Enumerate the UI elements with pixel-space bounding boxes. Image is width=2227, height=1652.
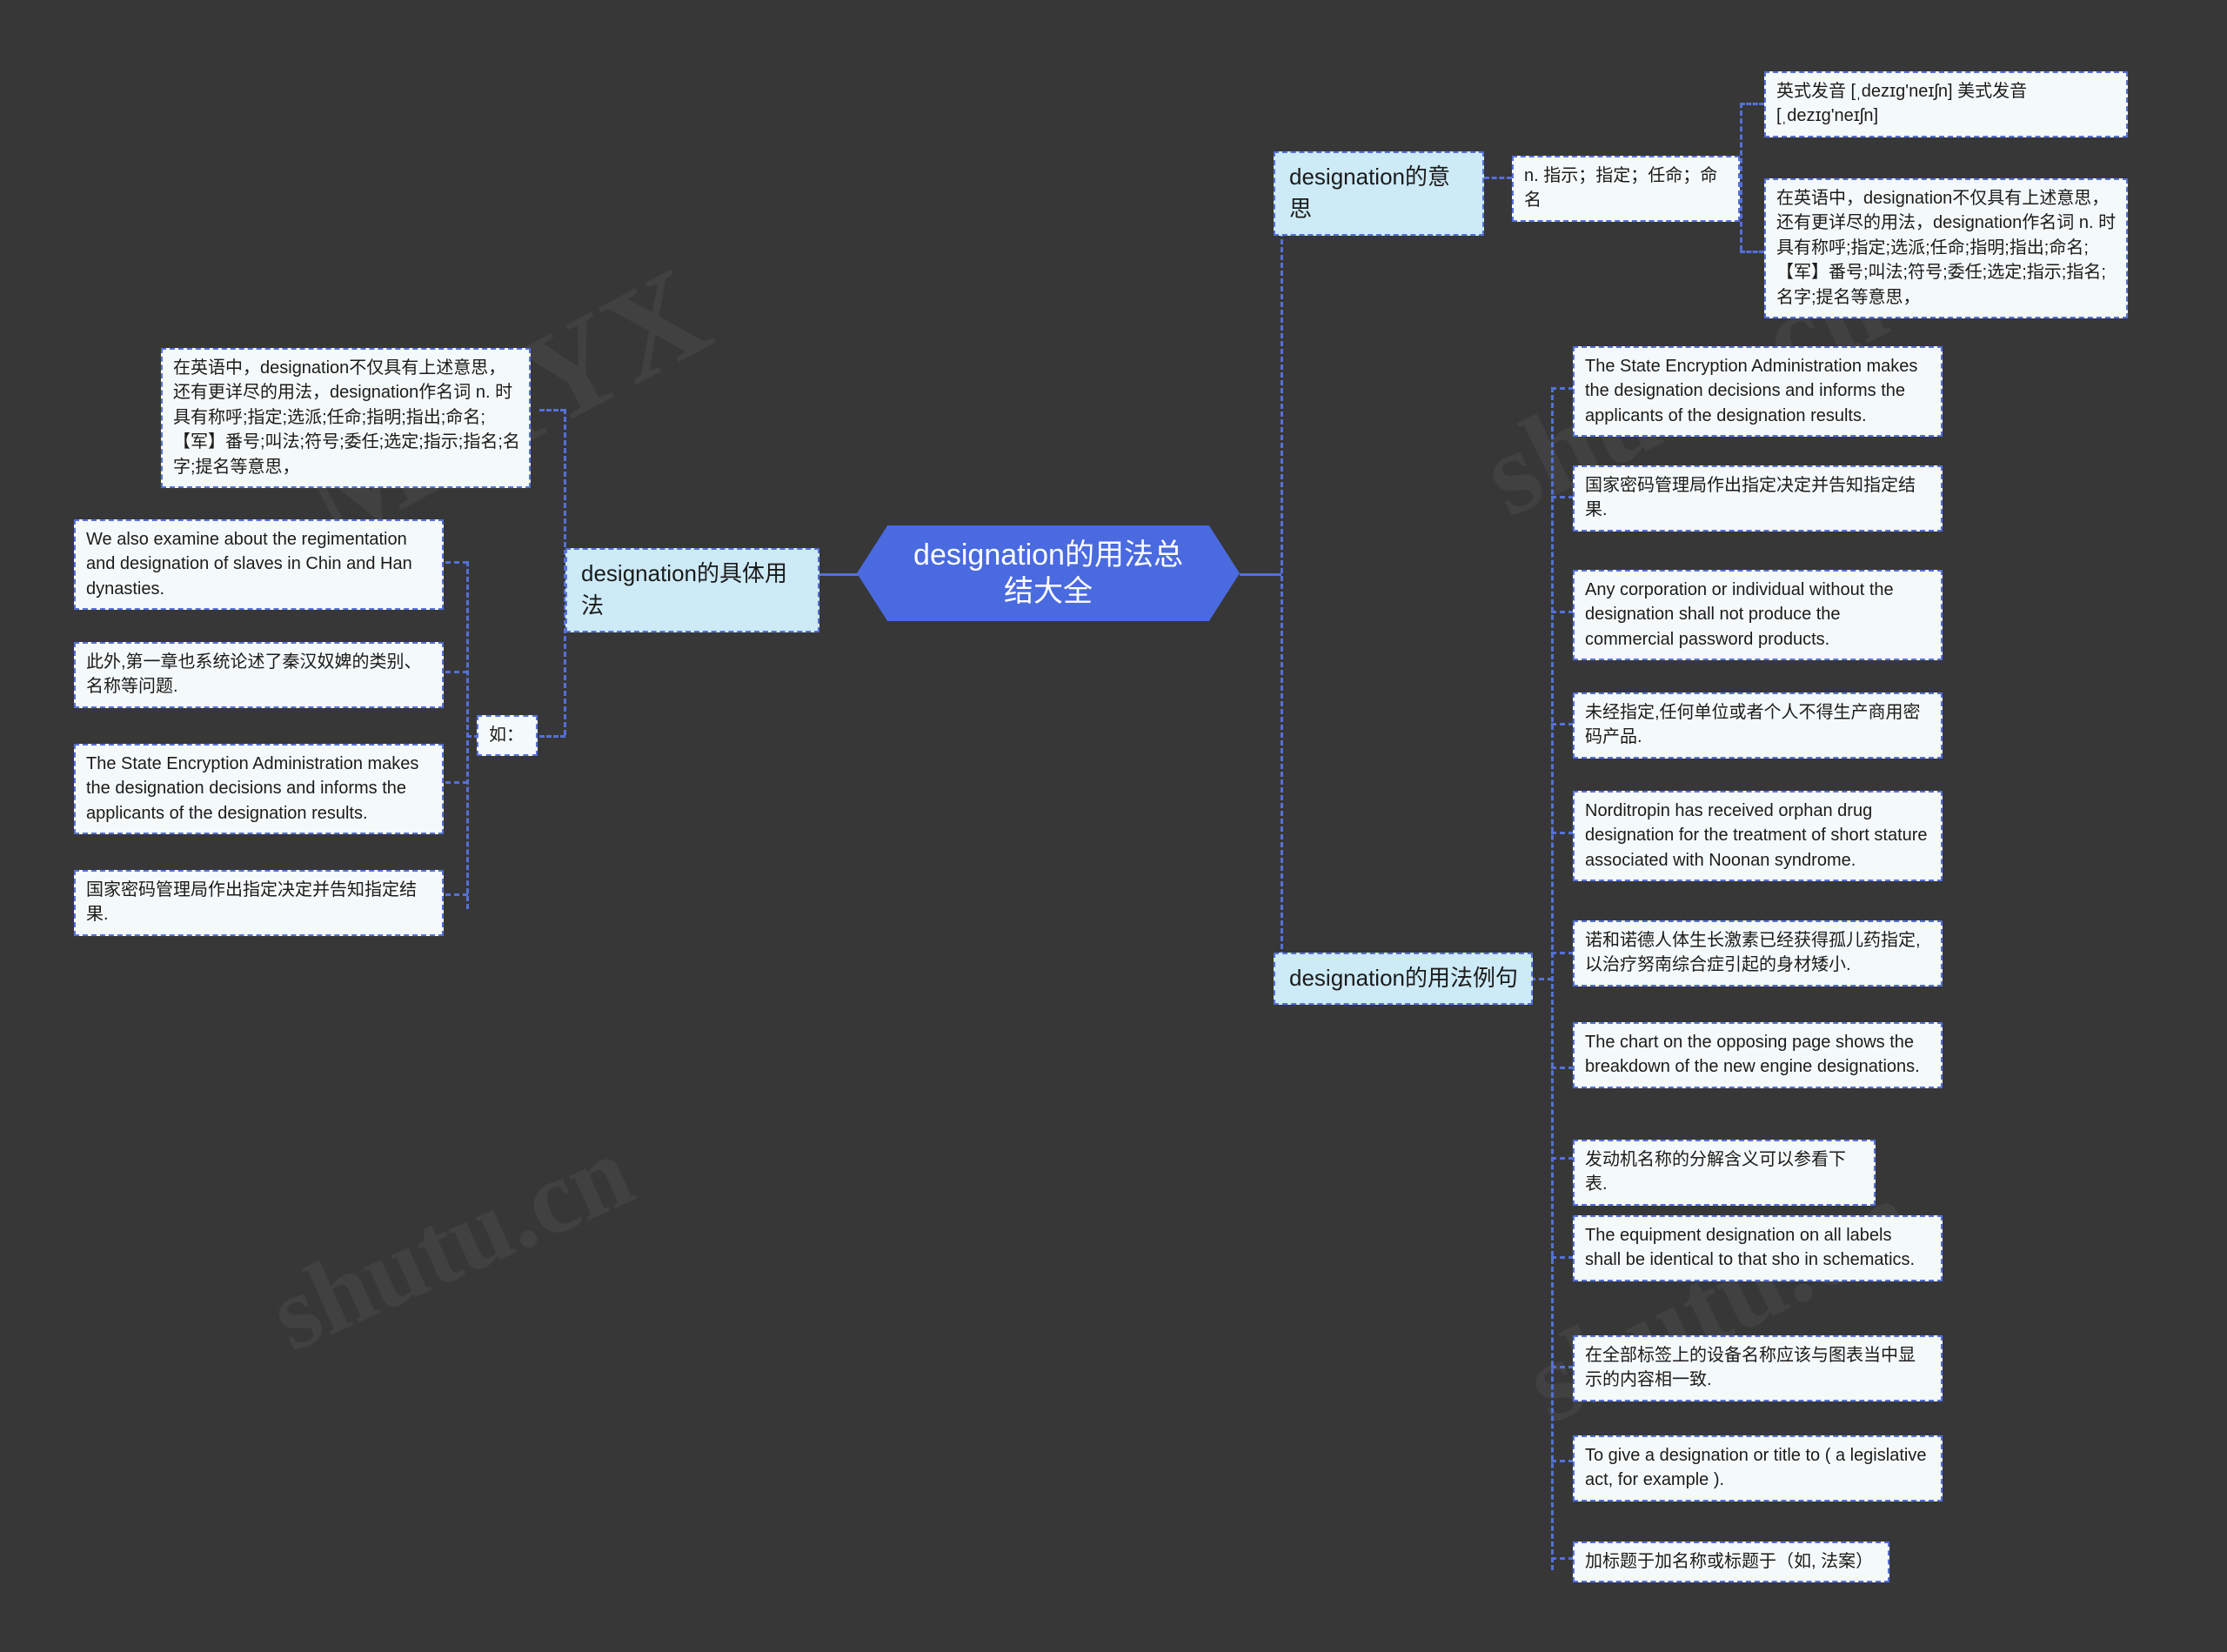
leaf-label: The State Encryption Administration make…: [1585, 357, 1918, 425]
leaf-example-6[interactable]: 诺和诺德人体生长激素已经获得孤儿药指定,以治疗努南综合症引起的身材矮小.: [1573, 920, 1943, 987]
leaf-label: n. 指示；指定；任命；命名: [1524, 166, 1718, 211]
leaf-label: 国家密码管理局作出指定决定并告知指定结果.: [1585, 476, 1916, 520]
leaf-example-2[interactable]: 国家密码管理局作出指定决定并告知指定结果.: [1573, 465, 1943, 532]
leaf-example-3[interactable]: Any corporation or individual without th…: [1573, 570, 1943, 661]
connector-stub-ex-5: [1551, 832, 1574, 834]
leaf-label: 此外,第一章也系统论述了秦汉奴婢的类别、名称等问题.: [86, 652, 422, 697]
branch-label-meaning: designation的意思: [1289, 164, 1450, 222]
connector-meaning-to-pos: [1484, 177, 1512, 179]
leaf-label: Norditropin has received orphan drug des…: [1585, 801, 1928, 870]
connector-stub-ex-6: [1551, 952, 1574, 954]
leaf-example-4[interactable]: 未经指定,任何单位或者个人不得生产商用密码产品.: [1573, 692, 1943, 759]
connector-examples-out-stub: [1530, 978, 1553, 980]
root-node[interactable]: designation的用法总结大全: [857, 525, 1240, 621]
connector-stub-ex-2: [1551, 496, 1574, 498]
leaf-example-10[interactable]: 在全部标签上的设备名称应该与图表当中显示的内容相一致.: [1573, 1335, 1943, 1401]
leaf-label: 英式发音 [ˌdezɪɡ'neɪʃn] 美式发音 [ˌdezɪɡ'neɪʃn]: [1776, 82, 2028, 126]
connector-stub-ru: [539, 735, 565, 738]
branch-node-meaning[interactable]: designation的意思: [1274, 151, 1484, 236]
leaf-example-9[interactable]: The equipment designation on all labels …: [1573, 1215, 1943, 1281]
leaf-label: 诺和诺德人体生长激素已经获得孤儿药指定,以治疗努南综合症引起的身材矮小.: [1585, 931, 1921, 975]
leaf-example-left-2[interactable]: 此外,第一章也系统论述了秦汉奴婢的类别、名称等问题.: [74, 642, 444, 708]
leaf-label: We also examine about the regimentation …: [86, 530, 412, 599]
leaf-meaning-detail[interactable]: 在英语中，designation不仅具有上述意思，还有更详尽的用法，design…: [1764, 178, 2128, 318]
connector-stub-ex-10: [1551, 1366, 1574, 1368]
connector-stub-ex-l1: [445, 561, 468, 564]
leaf-usage-detail[interactable]: 在英语中，designation不仅具有上述意思，还有更详尽的用法，design…: [161, 348, 531, 488]
leaf-example-8[interactable]: 发动机名称的分解含义可以参看下表.: [1573, 1140, 1876, 1206]
connector-stub-ex-4: [1551, 723, 1574, 726]
mindmap-canvas: MMYX shutu.cn shutu.cn shutu.cn: [0, 0, 2227, 1652]
branch-label-specific-usage: designation的具体用法: [581, 560, 787, 619]
connector-stub-ex-8: [1551, 1157, 1574, 1160]
root-node-label: designation的用法总结大全: [913, 538, 1183, 609]
connector-stub-ex-9: [1551, 1256, 1574, 1259]
leaf-label: The State Encryption Administration make…: [86, 754, 419, 823]
leaf-label: 国家密码管理局作出指定决定并告知指定结果.: [86, 880, 417, 925]
leaf-label: 加标题于加名称或标题于（如, 法案）: [1585, 1552, 1874, 1571]
leaf-label: The equipment designation on all labels …: [1585, 1226, 1916, 1270]
watermark: shutu.cn: [253, 1112, 648, 1374]
connector-stub-pron: [1740, 103, 1764, 105]
connector-root-left-stub: [818, 573, 859, 576]
leaf-example-11[interactable]: To give a designation or title to ( a le…: [1573, 1435, 1943, 1502]
connector-stub-usage-detail: [539, 409, 565, 411]
connector-stub-ex-l2: [445, 671, 468, 673]
leaf-label: 在全部标签上的设备名称应该与图表当中显示的内容相一致.: [1585, 1346, 1916, 1390]
connector-ru-spine: [466, 561, 469, 909]
connector-stub-ex-l4: [445, 893, 468, 896]
leaf-example-1[interactable]: The State Encryption Administration make…: [1573, 346, 1943, 438]
connector-stub-ex-l3: [445, 781, 468, 784]
connector-stub-ex-3: [1551, 611, 1574, 613]
leaf-label: The chart on the opposing page shows the…: [1585, 1033, 1920, 1077]
leaf-example-12[interactable]: 加标题于加名称或标题于（如, 法案）: [1573, 1542, 1889, 1583]
leaf-label: 未经指定,任何单位或者个人不得生产商用密码产品.: [1585, 703, 1921, 747]
connector-pos-spine: [1740, 103, 1742, 251]
connector-stub-ex-1: [1551, 387, 1574, 390]
connector-examples-spine: [1551, 387, 1554, 1570]
leaf-label: To give a designation or title to ( a le…: [1585, 1446, 1927, 1490]
leaf-label: 在英语中，designation不仅具有上述意思，还有更详尽的用法，design…: [173, 358, 520, 477]
connector-root-right-stub: [1240, 573, 1281, 576]
connector-stub-meaning-detail: [1740, 251, 1764, 253]
leaf-ru[interactable]: 如：: [477, 715, 538, 757]
leaf-example-left-3[interactable]: The State Encryption Administration make…: [74, 744, 444, 835]
branch-label-examples: designation的用法例句: [1289, 965, 1518, 991]
leaf-label: 在英语中，designation不仅具有上述意思，还有更详尽的用法，design…: [1776, 189, 2117, 307]
leaf-example-left-1[interactable]: We also examine about the regimentation …: [74, 519, 444, 611]
leaf-label: 如：: [489, 726, 524, 745]
leaf-example-5[interactable]: Norditropin has received orphan drug des…: [1573, 791, 1943, 882]
connector-stub-ex-11: [1551, 1460, 1574, 1462]
leaf-label: 发动机名称的分解含义可以参看下表.: [1585, 1150, 1846, 1194]
leaf-label: Any corporation or individual without th…: [1585, 580, 1894, 649]
connector-stub-ex-7: [1551, 1067, 1574, 1069]
leaf-example-left-4[interactable]: 国家密码管理局作出指定决定并告知指定结果.: [74, 870, 444, 936]
connector-right-spine: [1281, 177, 1283, 980]
leaf-example-7[interactable]: The chart on the opposing page shows the…: [1573, 1022, 1943, 1088]
connector-stub-ex-12: [1551, 1557, 1574, 1560]
branch-node-examples[interactable]: designation的用法例句: [1274, 953, 1533, 1005]
leaf-part-of-speech[interactable]: n. 指示；指定；任命；命名: [1512, 156, 1740, 222]
leaf-pronunciation[interactable]: 英式发音 [ˌdezɪɡ'neɪʃn] 美式发音 [ˌdezɪɡ'neɪʃn]: [1764, 71, 2128, 137]
branch-node-specific-usage[interactable]: designation的具体用法: [565, 548, 819, 632]
